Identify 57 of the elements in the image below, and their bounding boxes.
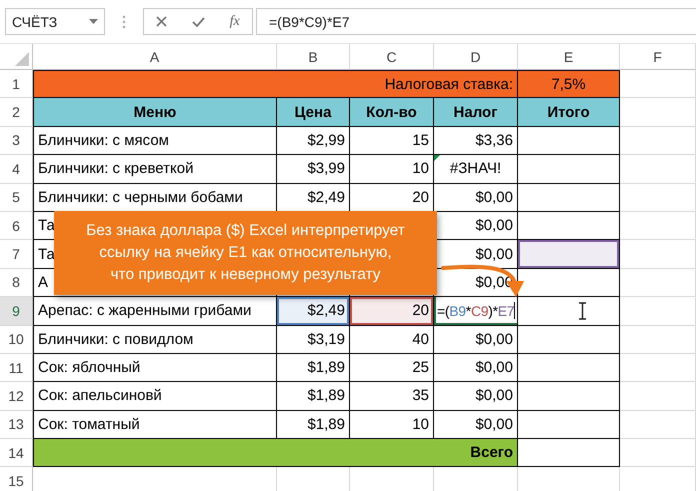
column-header[interactable]: E xyxy=(518,44,620,70)
row-header[interactable]: 12 xyxy=(0,382,33,411)
table-cell: Сок: яблочный xyxy=(33,354,277,382)
table-cell: Блинчики: с креветкой xyxy=(33,155,277,184)
column-header[interactable]: F xyxy=(620,44,696,70)
table-cell: Блинчики: с мясом xyxy=(33,126,277,156)
table-cell: $3,36 xyxy=(434,126,518,156)
row-header[interactable]: 4 xyxy=(0,155,33,184)
table-cell: Налоговая ставка: xyxy=(33,70,518,98)
table-cell: $0,00 xyxy=(434,382,518,411)
row-header[interactable]: 15 xyxy=(0,467,33,491)
table-cell: 25 xyxy=(350,354,434,382)
table-cell: $0,00 xyxy=(434,326,518,354)
table-cell: 35 xyxy=(350,382,434,411)
table-cell: 10 xyxy=(350,155,434,184)
table-cell: Кол-во xyxy=(350,98,434,127)
table-cell: Цена xyxy=(277,98,350,127)
row-header[interactable]: 3 xyxy=(0,126,33,156)
column-header[interactable]: C xyxy=(350,44,434,70)
table-cell: Налог xyxy=(434,98,518,127)
table-cell: $3,19 xyxy=(277,326,350,354)
cancel-icon[interactable] xyxy=(156,16,168,27)
column-header[interactable]: B xyxy=(277,44,350,70)
table-cell: $3,99 xyxy=(277,155,350,184)
table-cell: Арепас: с жаренными грибами xyxy=(33,297,277,326)
table-cell: 15 xyxy=(350,126,434,156)
table-cell: Блинчики: с повидлом xyxy=(33,326,277,354)
formula-cell[interactable]: =(B9*C9)*E7 xyxy=(434,297,518,326)
column-header[interactable]: A xyxy=(33,44,277,70)
row-header[interactable]: 13 xyxy=(0,410,33,440)
formula-field[interactable]: =(B9*C9)*E7 xyxy=(256,8,696,35)
table-cell: #ЗНАЧ! xyxy=(434,155,518,184)
table-cell: $1,89 xyxy=(277,354,350,382)
dropdown-icon[interactable] xyxy=(89,19,98,24)
insert-function-button[interactable]: fx xyxy=(230,14,240,30)
table-cell: $1,89 xyxy=(277,382,350,411)
row-header[interactable]: 10 xyxy=(0,326,33,354)
table-cell: $0,00 xyxy=(434,354,518,382)
row-header[interactable]: 9 xyxy=(0,297,33,326)
table-cell: $2,99 xyxy=(277,126,350,156)
table-cell: Сок: апельсиновй xyxy=(33,382,277,411)
table-cell: 40 xyxy=(350,326,434,354)
text-cursor-icon xyxy=(578,302,587,320)
row-header[interactable]: 11 xyxy=(0,354,33,382)
check-icon[interactable] xyxy=(192,16,205,26)
column-header[interactable]: D xyxy=(434,44,518,70)
table-cell: Всего xyxy=(33,439,518,468)
table-cell: 7,5% xyxy=(518,70,620,98)
corner-triangle-icon xyxy=(15,52,29,66)
table-cell: $0,00 xyxy=(434,184,518,212)
error-indicator-icon[interactable] xyxy=(434,155,440,162)
row-header[interactable]: 6 xyxy=(0,212,33,240)
row-header[interactable]: 7 xyxy=(0,240,33,269)
table-cell: Итого xyxy=(518,98,620,127)
row-header[interactable]: 5 xyxy=(0,184,33,212)
name-box[interactable]: СЧЁТЗ xyxy=(5,8,105,35)
table-cell: Меню xyxy=(33,98,277,127)
